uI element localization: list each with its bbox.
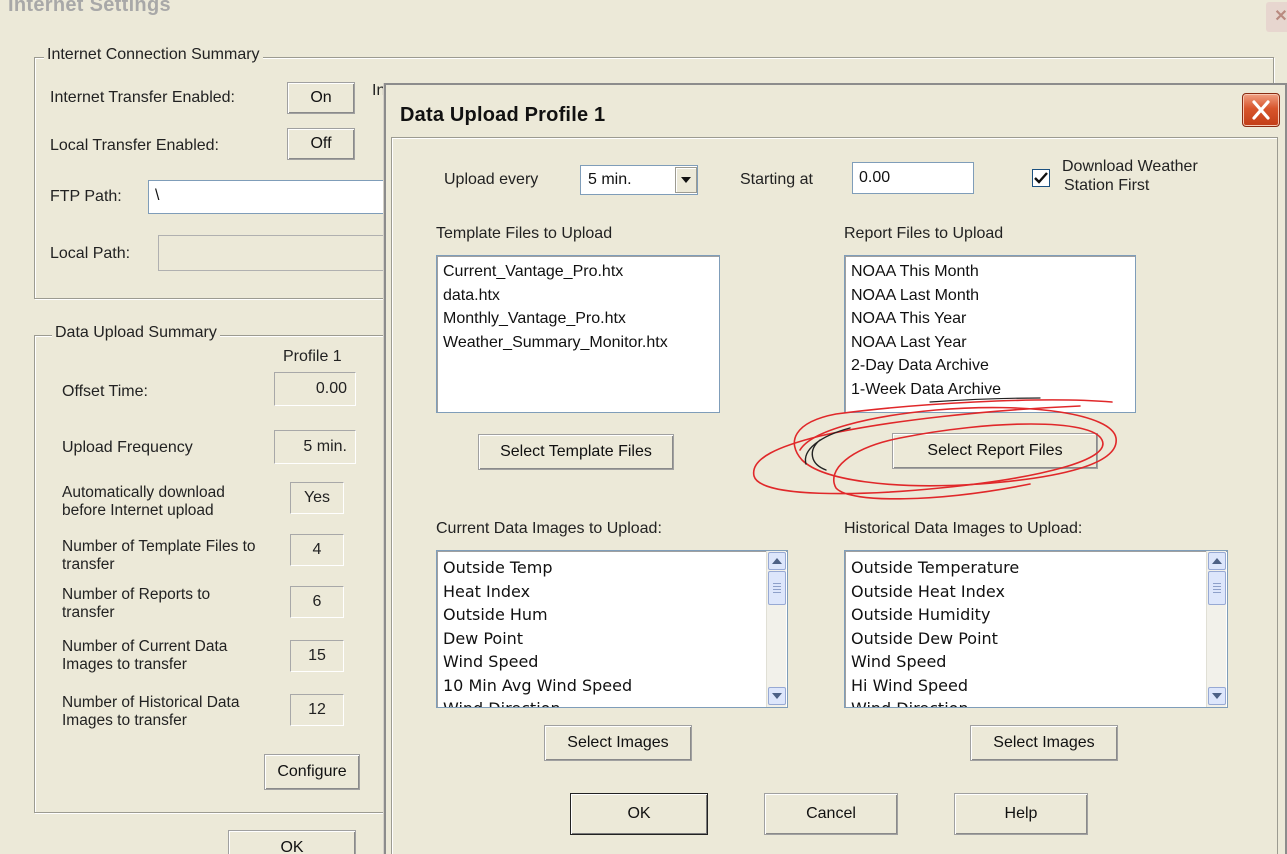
download-first-label: Download Weather Station First [1062, 158, 1198, 194]
list-item[interactable]: Outside Temperature [845, 556, 1227, 580]
report-files-label: Report Files to Upload [844, 225, 1004, 242]
list-item[interactable]: Outside Humidity [845, 603, 1227, 627]
reports-count-value: 6 [290, 586, 344, 618]
annotation-stroke [752, 405, 1104, 500]
upload-frequency-value: 5 min. [274, 430, 356, 464]
list-item[interactable]: Dew Point [437, 627, 787, 651]
current-images-count-label: Number of Current Data Images to transfe… [62, 638, 228, 673]
offset-time-value: 0.00 [274, 372, 356, 406]
local-path-field[interactable] [158, 235, 388, 271]
select-template-files-button[interactable]: Select Template Files [478, 434, 674, 470]
scroll-up-icon[interactable] [768, 552, 786, 570]
list-item[interactable]: Current_Vantage_Pro.htx [437, 260, 719, 284]
reports-count-label: Number of Reports to transfer [62, 586, 211, 621]
current-images-count-value: 15 [290, 640, 344, 672]
list-item[interactable]: Outside Temp [437, 556, 787, 580]
configure-button[interactable]: Configure [264, 754, 360, 790]
select-historical-images-button[interactable]: Select Images [970, 725, 1118, 761]
upload-every-dropdown[interactable]: 5 min. [580, 165, 698, 195]
select-current-images-button[interactable]: Select Images [544, 725, 692, 761]
offset-time-label: Offset Time: [62, 383, 148, 400]
list-item[interactable]: 10 Min Avg Wind Speed [437, 674, 787, 698]
upload-summary-legend: Data Upload Summary [52, 324, 220, 342]
list-item[interactable]: Hi Wind Speed [845, 674, 1227, 698]
internet-transfer-label: Internet Transfer Enabled: [50, 89, 235, 106]
list-item[interactable]: Outside Heat Index [845, 580, 1227, 604]
upload-every-value: 5 min. [588, 171, 632, 188]
download-first-checkbox[interactable] [1032, 169, 1050, 187]
list-item[interactable]: Weather_Summary_Monitor.htx [437, 331, 719, 355]
auto-download-value: Yes [290, 482, 344, 514]
upload-frequency-label: Upload Frequency [62, 439, 193, 456]
annotation-stroke [793, 399, 1117, 487]
historical-images-list[interactable]: Outside Temperature Outside Heat Index O… [844, 550, 1228, 708]
close-icon[interactable] [1242, 93, 1280, 127]
list-item[interactable]: Wind Speed [437, 650, 787, 674]
close-icon[interactable]: ✕ [1266, 2, 1287, 32]
auto-download-label: Automatically download before Internet u… [62, 484, 225, 519]
current-images-scrollbar[interactable] [766, 551, 786, 707]
list-item[interactable]: Heat Index [437, 580, 787, 604]
chevron-down-icon[interactable] [675, 167, 697, 193]
list-item[interactable]: Outside Dew Point [845, 627, 1227, 651]
current-images-label: Current Data Images to Upload: [436, 520, 662, 537]
local-path-label: Local Path: [50, 245, 131, 262]
list-item[interactable]: Wind Speed [845, 650, 1227, 674]
historical-images-count-label: Number of Historical Data Images to tran… [62, 694, 240, 729]
profile-header: Profile 1 [283, 348, 342, 365]
list-item[interactable]: NOAA This Month [845, 260, 1135, 284]
scroll-thumb[interactable] [1208, 571, 1226, 605]
local-transfer-toggle[interactable]: Off [287, 128, 355, 160]
connection-summary-legend: Internet Connection Summary [44, 46, 263, 64]
scroll-down-icon[interactable] [768, 687, 786, 705]
template-count-value: 4 [290, 534, 344, 566]
list-item[interactable]: NOAA Last Month [845, 284, 1135, 308]
ftp-path-label: FTP Path: [50, 188, 122, 205]
starting-at-label: Starting at [740, 171, 813, 188]
dialog-title: Data Upload Profile 1 [400, 104, 606, 126]
local-transfer-label: Local Transfer Enabled: [50, 137, 219, 154]
list-item[interactable]: NOAA This Year [845, 307, 1135, 331]
historical-images-label: Historical Data Images to Upload: [844, 520, 1083, 537]
list-item[interactable]: NOAA Last Year [845, 331, 1135, 355]
template-files-list[interactable]: Current_Vantage_Pro.htx data.htx Monthly… [436, 255, 720, 413]
scroll-down-icon[interactable] [1208, 687, 1226, 705]
help-button[interactable]: Help [954, 793, 1088, 835]
internet-transfer-toggle[interactable]: On [287, 82, 355, 114]
scroll-up-icon[interactable] [1208, 552, 1226, 570]
template-count-label: Number of Template Files to transfer [62, 538, 256, 573]
list-item[interactable]: 2-Day Data Archive [845, 354, 1135, 378]
upload-every-label: Upload every [444, 171, 539, 188]
ftp-path-field[interactable]: \ [148, 180, 388, 214]
starting-at-field[interactable]: 0.00 [852, 162, 974, 194]
template-files-label: Template Files to Upload [436, 225, 613, 242]
list-item[interactable]: Monthly_Vantage_Pro.htx [437, 307, 719, 331]
list-item[interactable]: Wind Direction [845, 697, 1227, 707]
ok-button[interactable]: OK [570, 793, 708, 835]
list-item[interactable]: data.htx [437, 284, 719, 308]
red-annotation-scribble [752, 397, 1117, 500]
cancel-button[interactable]: Cancel [764, 793, 898, 835]
historical-images-count-value: 12 [290, 694, 344, 726]
current-images-list[interactable]: Outside Temp Heat Index Outside Hum Dew … [436, 550, 788, 708]
window-title: Internet Settings [8, 0, 171, 16]
historical-images-scrollbar[interactable] [1206, 551, 1226, 707]
list-item[interactable]: Wind Direction [437, 697, 787, 707]
scroll-thumb[interactable] [768, 571, 786, 605]
list-item[interactable]: Outside Hum [437, 603, 787, 627]
background-ok-button[interactable]: OK [228, 830, 356, 854]
